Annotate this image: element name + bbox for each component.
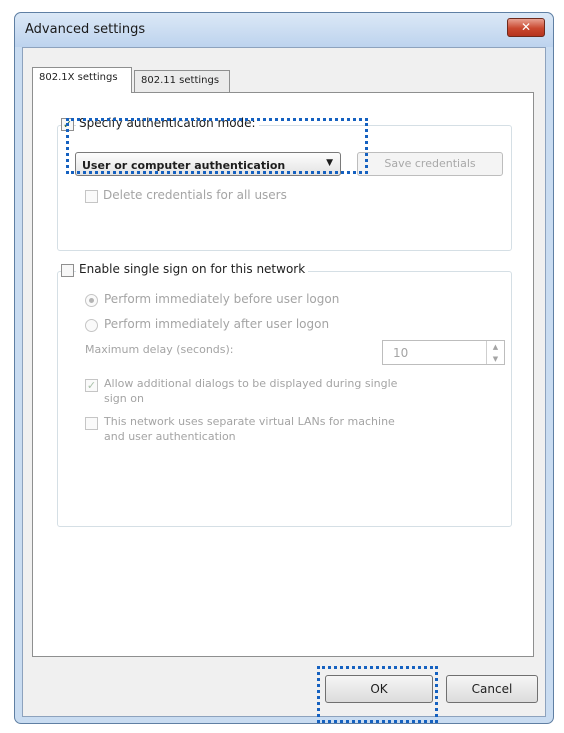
allow-additional-dialogs-checkbox[interactable]: ✓ <box>85 379 98 392</box>
enable-single-sign-on-checkbox[interactable] <box>61 264 74 277</box>
perform-before-logon-label: Perform immediately before user logon <box>104 292 340 306</box>
tab-label: 802.1X settings <box>39 72 118 83</box>
separate-vlans-label-line1: This network uses separate virtual LANs … <box>104 415 395 428</box>
dropdown-highlight-box <box>66 118 368 174</box>
perform-after-logon-label: Perform immediately after user logon <box>104 317 330 331</box>
enable-single-sign-on-label: Enable single sign on for this network <box>76 262 309 276</box>
close-icon: ✕ <box>520 20 532 34</box>
spinner-arrows[interactable]: ▲ ▼ <box>486 341 504 364</box>
tab-panel-802-1x: ✓ Specify authentication mode: User or c… <box>32 92 534 657</box>
save-credentials-button[interactable]: Save credentials <box>357 152 503 176</box>
separate-vlans-label-line2: and user authentication <box>104 430 236 443</box>
delete-credentials-checkbox[interactable] <box>85 190 98 203</box>
button-label: Cancel <box>471 682 513 696</box>
ok-button-highlight-box <box>317 666 438 723</box>
maximum-delay-label: Maximum delay (seconds): <box>85 343 234 356</box>
tab-label: 802.11 settings <box>141 75 220 86</box>
allow-additional-dialogs-label-line2: sign on <box>104 392 144 405</box>
separate-vlans-checkbox[interactable] <box>85 417 98 430</box>
perform-after-logon-radio[interactable] <box>85 319 98 332</box>
tab-802-1x-settings[interactable]: 802.1X settings <box>32 67 132 93</box>
button-label: Save credentials <box>384 157 476 170</box>
checkmark-icon: ✓ <box>86 379 97 392</box>
cancel-button[interactable]: Cancel <box>446 675 538 703</box>
radio-selected-dot <box>89 298 94 303</box>
close-button[interactable]: ✕ <box>507 18 545 37</box>
perform-before-logon-radio[interactable] <box>85 294 98 307</box>
maximum-delay-spinner[interactable]: 10 ▲ ▼ <box>382 340 505 365</box>
spin-up-icon[interactable]: ▲ <box>487 341 504 353</box>
title-bar: Advanced settings ✕ <box>15 13 553 47</box>
allow-additional-dialogs-label-line1: Allow additional dialogs to be displayed… <box>104 377 398 390</box>
tab-802-11-settings[interactable]: 802.11 settings <box>134 70 230 92</box>
window-title: Advanced settings <box>25 22 146 37</box>
delete-credentials-label: Delete credentials for all users <box>103 188 287 202</box>
spin-down-icon[interactable]: ▼ <box>487 353 504 365</box>
spinner-value: 10 <box>393 346 409 360</box>
